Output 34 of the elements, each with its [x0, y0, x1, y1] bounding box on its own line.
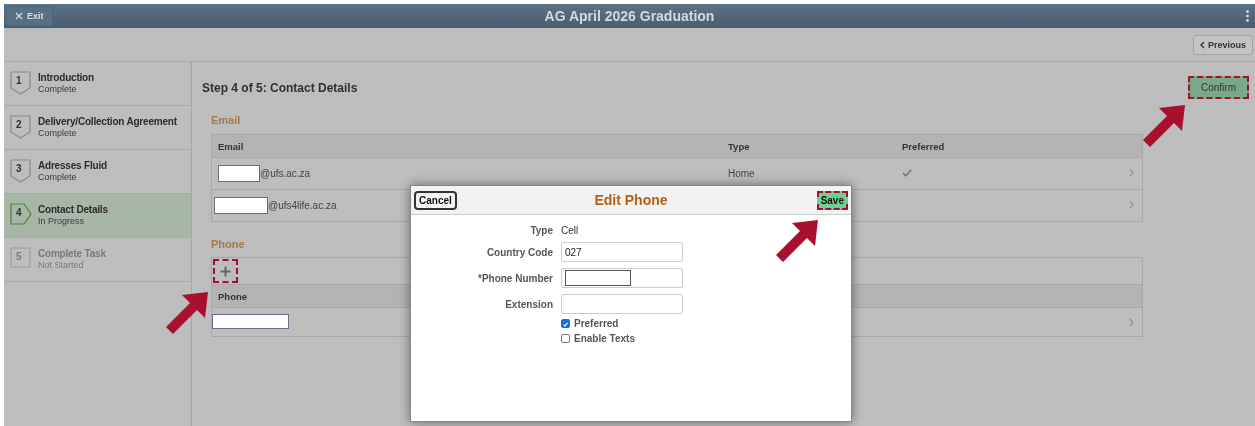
checkbox-label: Enable Texts — [574, 333, 635, 344]
table-cell: Home — [728, 168, 755, 179]
section-title: Email — [211, 114, 242, 126]
step-status: In Progress — [38, 216, 86, 227]
step-title: Adresses Fluid — [38, 159, 107, 172]
page-title: AG April 2026 Graduation — [544, 8, 715, 24]
column-header: Type — [728, 140, 751, 152]
step-title: Introduction — [38, 71, 94, 84]
section-title: Phone — [211, 238, 246, 250]
step-status: Complete — [38, 128, 78, 139]
column-header: Email — [217, 140, 245, 152]
step-heading: Step 4 of 5: Contact Details — [202, 80, 358, 95]
step-title: Complete Task — [38, 247, 106, 260]
field-label: Country Code — [485, 246, 553, 258]
step-title: Contact Details — [38, 203, 108, 216]
step-number: 4 — [16, 207, 22, 218]
field-value: Cell — [561, 225, 580, 236]
dialog-title: Edit Phone — [594, 192, 668, 208]
field-label: Extension — [504, 298, 553, 310]
column-header: Preferred — [902, 140, 946, 152]
field-label: *Phone Number — [477, 272, 553, 284]
step-number: 5 — [16, 251, 22, 262]
step-number: 2 — [16, 119, 22, 130]
email-domain: @ufs4life.ac.za — [268, 200, 337, 211]
step-status: Not Started — [38, 260, 85, 271]
step-number: 1 — [16, 75, 22, 86]
field-label: Type — [529, 225, 553, 236]
step-title: Delivery/Collection Agreement — [38, 115, 177, 128]
step-number: 3 — [16, 163, 22, 174]
email-domain: @ufs.ac.za — [260, 168, 311, 179]
checkbox-label: Preferred — [574, 318, 619, 329]
column-header: Phone — [217, 290, 249, 302]
step-status: Complete — [38, 172, 78, 183]
step-status: Complete — [38, 84, 78, 95]
